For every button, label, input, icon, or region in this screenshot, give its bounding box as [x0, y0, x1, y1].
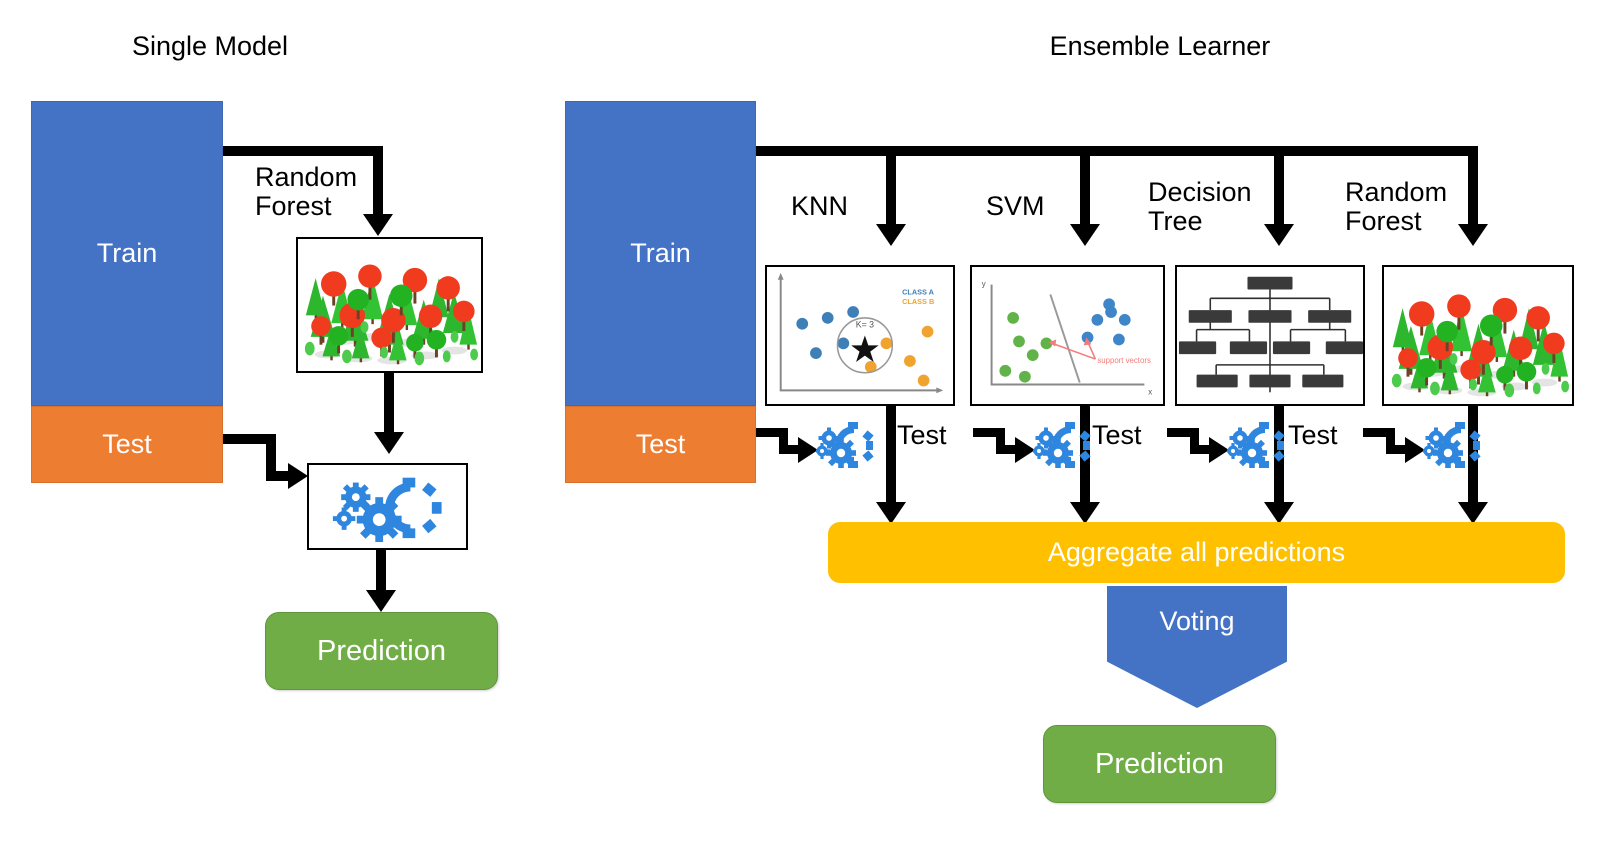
svg-text:CLASS A: CLASS A: [902, 287, 935, 296]
branch-decision-tree-arrowhead: [1264, 224, 1294, 246]
gears-icon: [814, 422, 874, 468]
left-rf-label-line1: Random: [255, 162, 358, 192]
decision-tree-to-aggregate-arrowhead: [1264, 502, 1294, 524]
branch-svm-drop: [1080, 146, 1090, 228]
test-gear-3: [1225, 420, 1285, 472]
left-train-to-model-connector-h: [223, 146, 383, 156]
left-random-forest-edge-label: Random Forest: [255, 162, 375, 222]
voting-label: Voting: [1159, 606, 1235, 636]
left-train-label: Train: [96, 238, 158, 268]
knn-scatter-icon: K= 3 CLASS A CLASS B: [777, 272, 944, 394]
decision-tree-edge-label: Decision Tree: [1148, 177, 1268, 237]
svg-text:K= 3: K= 3: [856, 320, 874, 330]
left-model-to-engine-connector: [384, 373, 394, 435]
right-train-bus-trunk: [756, 146, 1478, 156]
knn-panel: K= 3 CLASS A CLASS B: [765, 265, 955, 406]
test-gear-4: [1421, 420, 1481, 472]
svg-text:support vectors: support vectors: [1097, 356, 1151, 365]
gears-icon: [332, 477, 442, 543]
left-prediction-engine-panel: [307, 463, 468, 550]
forest-illustration-icon: [1391, 294, 1570, 398]
svg-text:y: y: [982, 280, 986, 289]
left-prediction-label: Prediction: [317, 634, 446, 667]
left-engine-to-prediction-arrowhead: [366, 590, 396, 612]
test-feed-4-arrowhead: [1405, 437, 1425, 463]
ensemble-learner-title: Ensemble Learner: [1049, 31, 1271, 61]
test-label-2: Test: [897, 420, 947, 450]
test-label-3: Test: [1092, 420, 1142, 450]
left-test-arrowhead: [288, 463, 308, 489]
right-train-block: Train: [565, 101, 756, 406]
test-label-4: Test: [1288, 420, 1338, 450]
diagram-canvas: Single Model Ensemble Learner Train Test…: [0, 0, 1618, 852]
test-feed-3-arrowhead: [1209, 437, 1229, 463]
left-rf-label-line2: Forest: [255, 191, 332, 222]
branch-svm-arrowhead: [1070, 224, 1100, 246]
ensemble-prediction-label: Prediction: [1095, 747, 1224, 780]
left-train-block: Train: [31, 101, 223, 406]
decision-tree-label-line1: Decision: [1148, 177, 1252, 207]
left-model-to-engine-arrowhead: [374, 432, 404, 454]
single-model-title: Single Model: [131, 31, 289, 61]
branch-knn-drop: [886, 146, 896, 228]
left-test-block: Test: [31, 406, 223, 483]
branch-decision-tree-drop: [1274, 146, 1284, 228]
ensemble-random-forest-panel: [1382, 265, 1574, 406]
test-feed-2-arrowhead: [1015, 437, 1035, 463]
left-engine-to-prediction-connector: [376, 550, 386, 593]
gears-icon: [1031, 422, 1091, 468]
test-gear-1: [814, 420, 874, 472]
knn-to-aggregate-arrowhead: [876, 502, 906, 524]
left-test-label: Test: [102, 429, 152, 459]
decision-tree-panel: [1175, 265, 1365, 406]
random-forest-label-line1: Random: [1345, 177, 1448, 207]
left-random-forest-panel: [296, 237, 483, 373]
aggregate-predictions-bar: Aggregate all predictions: [828, 522, 1565, 583]
test-feed-1-arrowhead: [798, 437, 818, 463]
test-gear-2: [1031, 420, 1091, 472]
svm-scatter-icon: y x support vectors: [982, 280, 1152, 397]
right-test-label: Test: [635, 429, 686, 459]
random-forest-edge-label: Random Forest: [1345, 177, 1465, 237]
branch-knn-arrowhead: [876, 224, 906, 246]
svm-to-aggregate-arrowhead: [1070, 502, 1100, 524]
right-train-label: Train: [630, 238, 691, 268]
aggregate-predictions-label: Aggregate all predictions: [1047, 537, 1346, 567]
gears-icon: [1225, 422, 1285, 468]
random-forest-label-line2: Forest: [1345, 206, 1422, 237]
left-test-connector-h2: [266, 471, 290, 481]
branch-random-forest-drop: [1468, 146, 1478, 228]
decision-tree-label-line2: Tree: [1148, 206, 1203, 237]
svm-edge-label: SVM: [986, 191, 1045, 221]
voting-shape: Voting: [1107, 586, 1287, 708]
svg-text:CLASS B: CLASS B: [902, 297, 934, 306]
random-forest-to-aggregate-arrowhead: [1458, 502, 1488, 524]
ensemble-prediction-box: Prediction: [1043, 725, 1276, 803]
decision-tree-icon: [1178, 276, 1363, 393]
svg-text:x: x: [1148, 387, 1152, 396]
svm-panel: y x support vectors: [970, 265, 1165, 406]
right-test-block: Test: [565, 406, 756, 483]
left-prediction-box: Prediction: [265, 612, 498, 690]
forest-illustration-icon: [304, 264, 479, 366]
gears-icon: [1421, 422, 1481, 468]
knn-to-aggregate-connector: [886, 406, 896, 510]
knn-edge-label: KNN: [791, 191, 849, 221]
